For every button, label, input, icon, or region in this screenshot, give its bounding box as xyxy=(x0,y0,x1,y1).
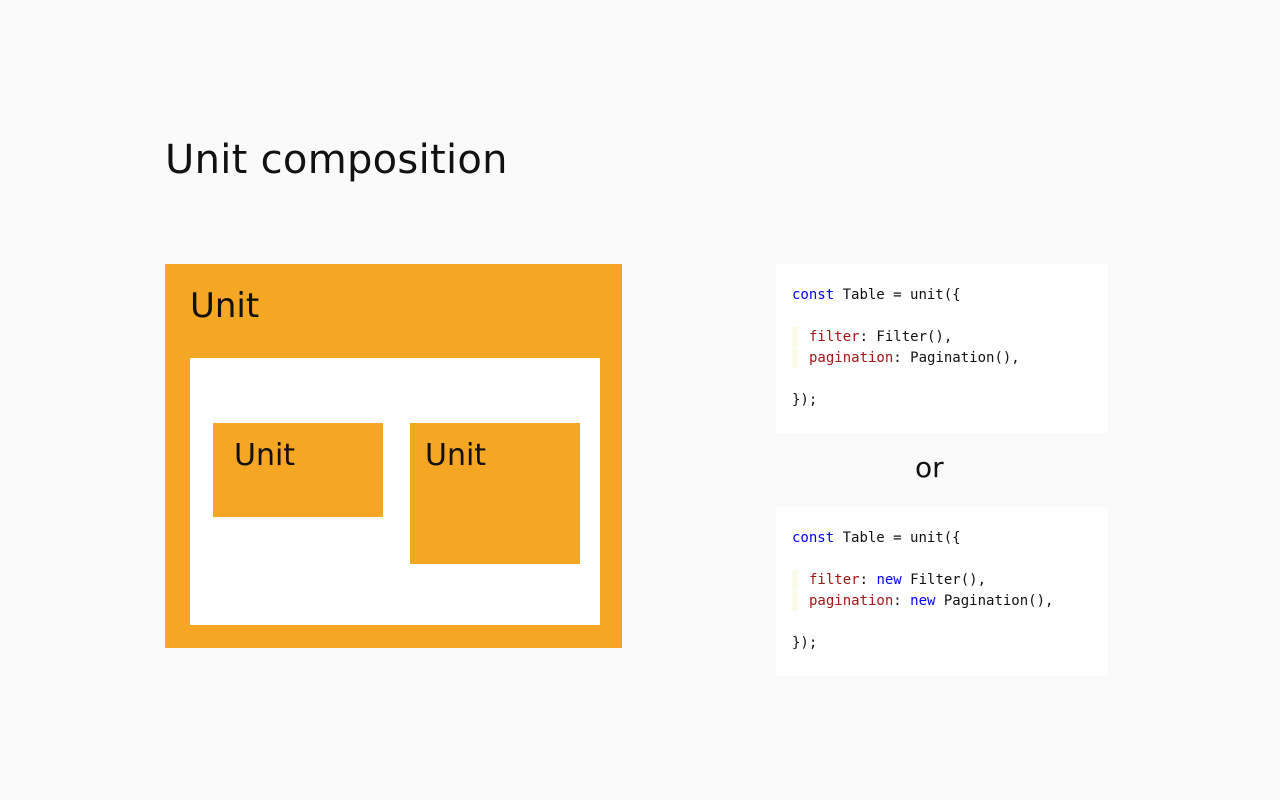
code-line: const Table = unit({ xyxy=(792,285,961,305)
code-line: const Table = unit({ xyxy=(792,528,961,548)
code-text: : xyxy=(859,572,877,588)
code-example-plain: const Table = unit({ filter: Filter(), p… xyxy=(776,264,1108,433)
inner-unit-label-2: Unit xyxy=(425,438,487,473)
code-property: pagination xyxy=(809,350,894,366)
code-text: Pagination(), xyxy=(935,593,1054,609)
code-text: Table = unit({ xyxy=(834,287,961,303)
code-property: pagination xyxy=(809,593,894,609)
inner-unit-label-1: Unit xyxy=(234,438,296,473)
code-property: filter xyxy=(809,572,860,588)
code-property: filter xyxy=(809,329,860,345)
outer-unit-box: Unit Unit Unit xyxy=(165,264,622,648)
code-text: Table = unit({ xyxy=(834,530,961,546)
code-keyword: const xyxy=(792,530,835,546)
or-separator: or xyxy=(915,451,944,484)
inner-unit-box-1: Unit xyxy=(213,423,383,517)
code-example-new: const Table = unit({ filter: new Filter(… xyxy=(776,507,1108,676)
code-line: pagination: Pagination(), xyxy=(792,348,1020,368)
inner-unit-box-2: Unit xyxy=(410,423,580,564)
page-title: Unit composition xyxy=(165,137,508,183)
code-text: : Filter(), xyxy=(859,329,953,345)
code-text: : xyxy=(893,593,911,609)
outer-unit-label: Unit xyxy=(190,286,260,326)
unit-container-area: Unit Unit xyxy=(190,358,600,625)
code-keyword: new xyxy=(876,572,902,588)
code-keyword: const xyxy=(792,287,835,303)
code-line: }); xyxy=(792,392,818,408)
code-line: filter: Filter(), xyxy=(792,327,953,347)
code-line: }); xyxy=(792,635,818,651)
code-text: : Pagination(), xyxy=(893,350,1020,366)
code-text: Filter(), xyxy=(901,572,987,588)
code-line: filter: new Filter(), xyxy=(792,570,987,590)
code-keyword: new xyxy=(910,593,936,609)
code-line: pagination: new Pagination(), xyxy=(792,591,1054,611)
